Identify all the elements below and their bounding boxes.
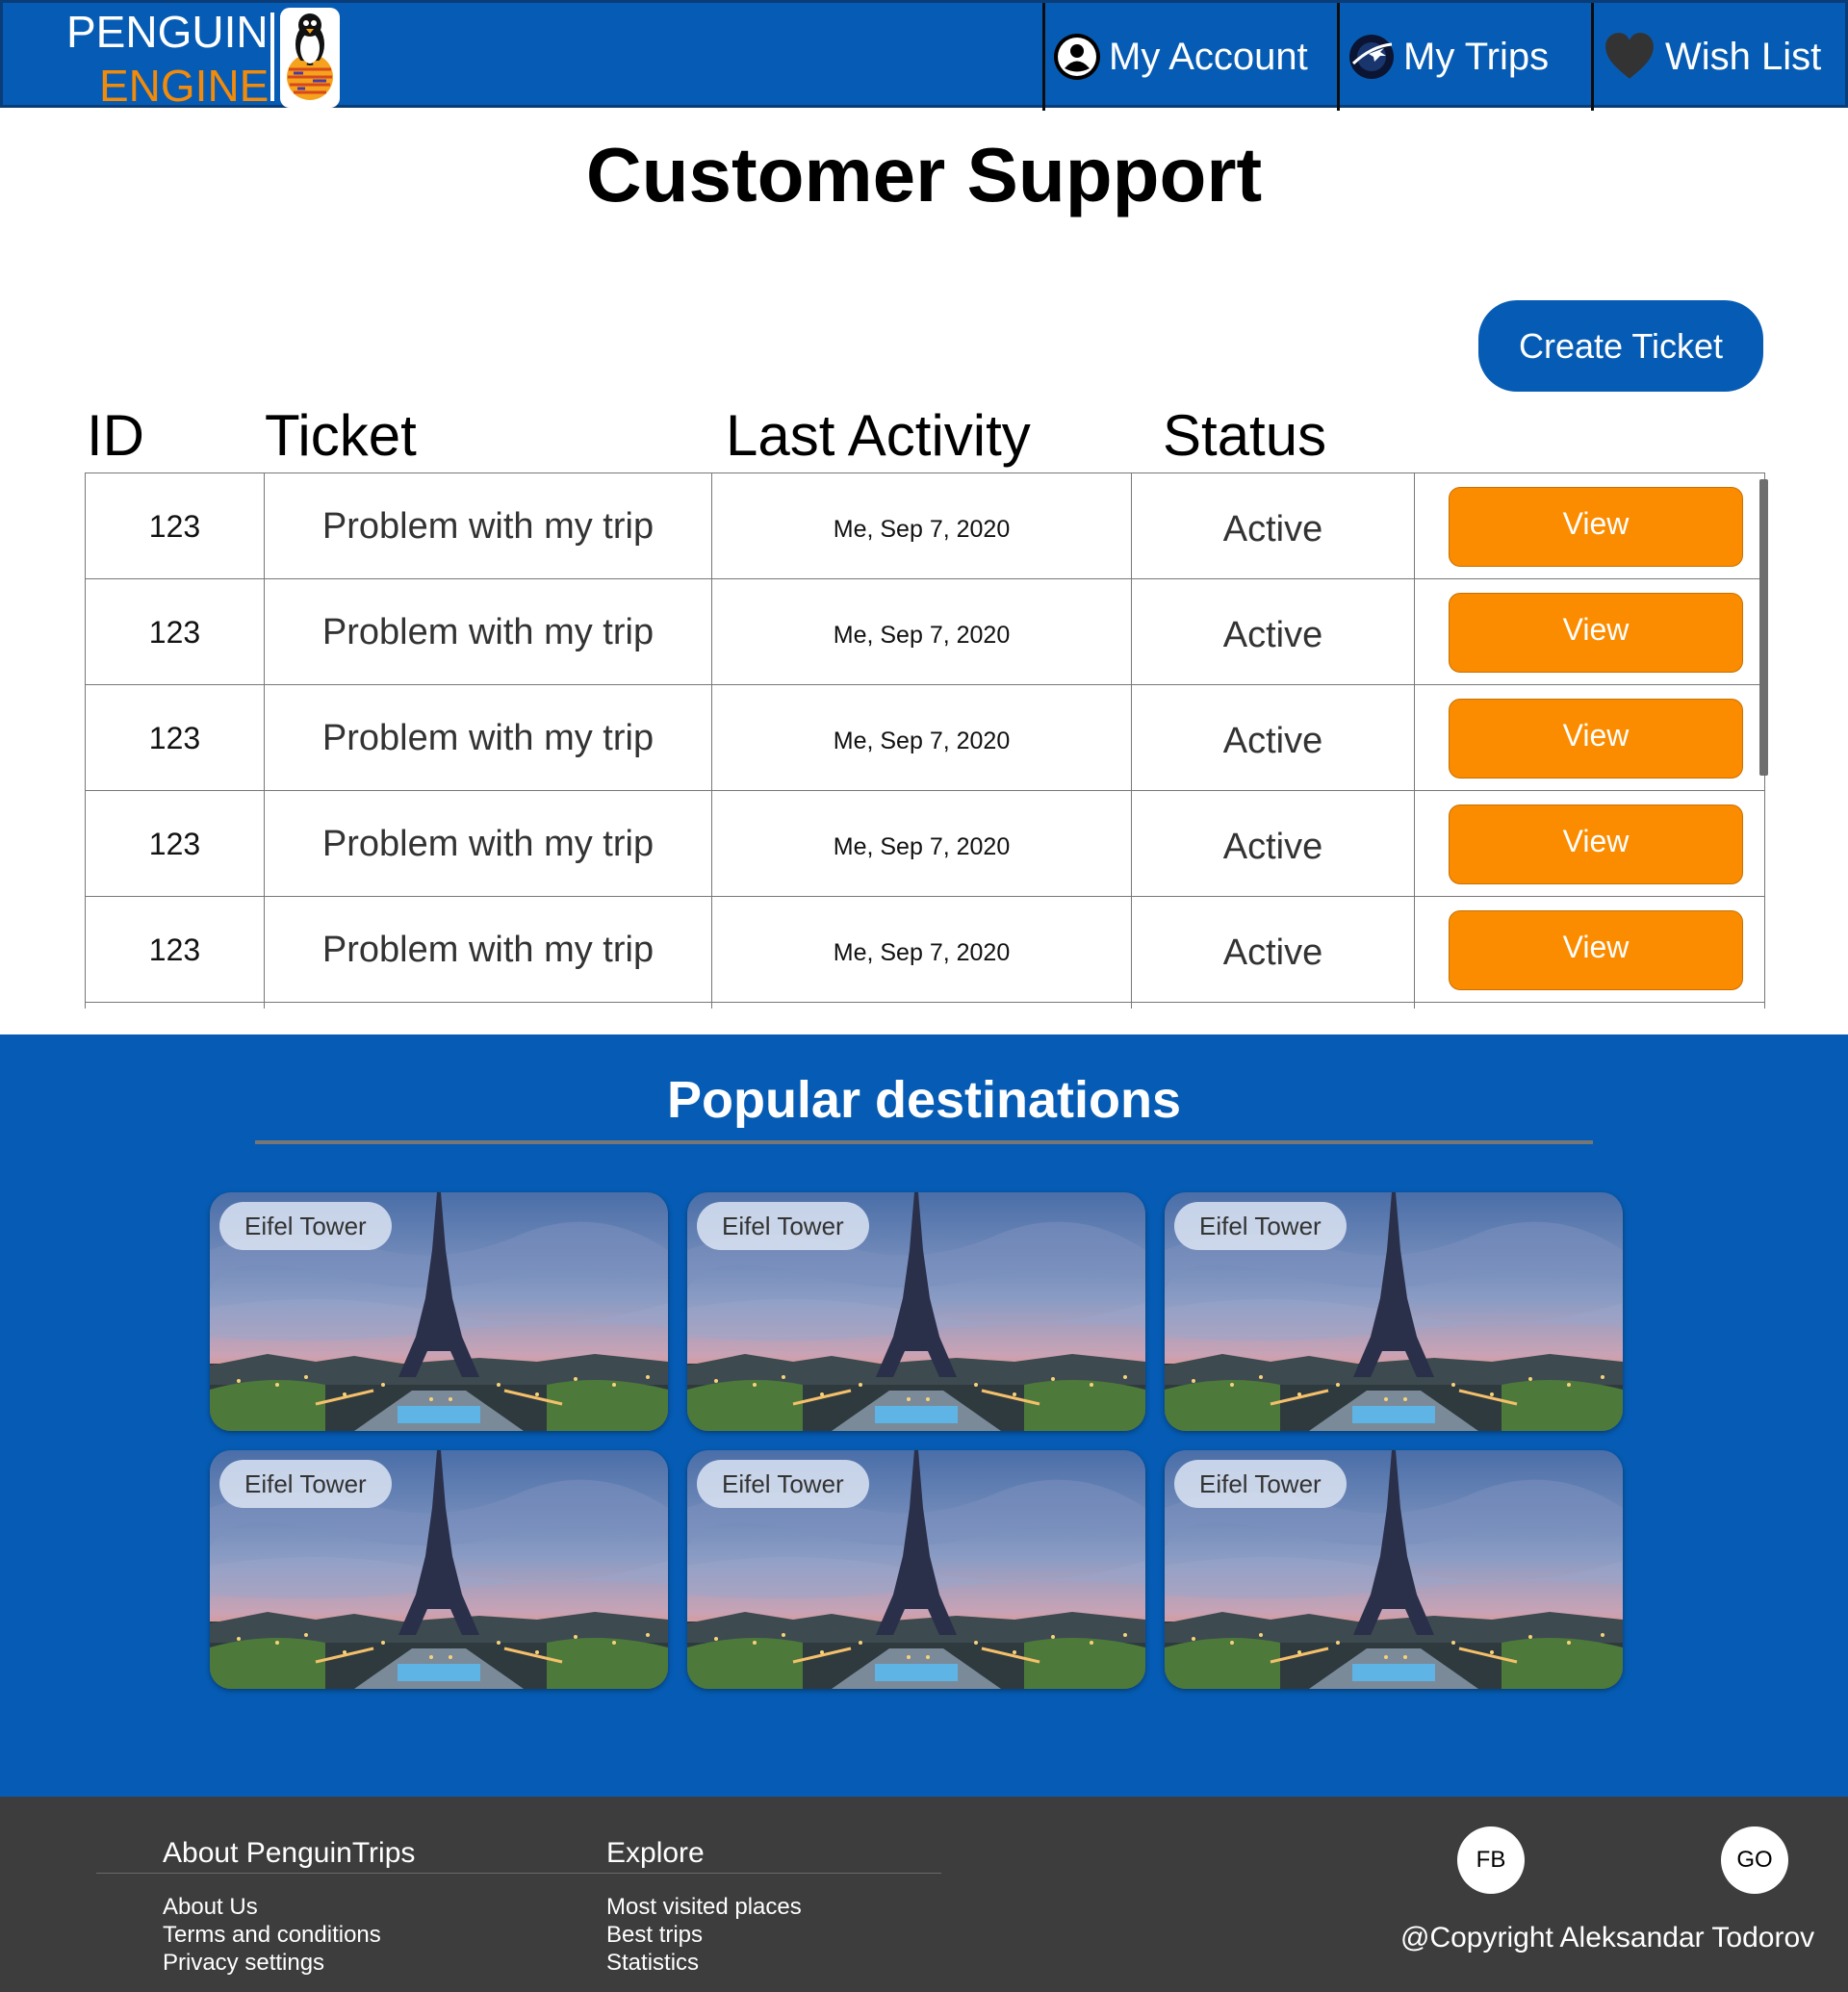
ticket-last-activity: Me, Sep 7, 2020 [711, 685, 1131, 791]
popular-destinations-section: Popular destinations Eifel Tower Eifel T… [0, 1034, 1848, 1797]
ticket-subject: Problem with my trip [264, 897, 711, 1003]
view-ticket-button[interactable]: View [1449, 909, 1743, 990]
footer-link-terms[interactable]: Terms and conditions [163, 1921, 381, 1949]
ticket-id: 123 [85, 473, 264, 579]
section-title: Popular destinations [666, 1071, 1182, 1129]
footer-link-best-trips[interactable]: Best trips [606, 1921, 802, 1949]
facebook-button[interactable]: FB [1457, 1826, 1525, 1894]
destination-card[interactable]: Eifel Tower [210, 1450, 668, 1689]
nav-my-trips[interactable]: My Trips [1337, 3, 1591, 111]
table-cell-empty [1414, 1003, 1765, 1009]
table-row: 123 Problem with my trip Me, Sep 7, 2020… [85, 897, 1765, 1003]
table-cell-empty [85, 1003, 264, 1009]
planet-plane-icon [1349, 35, 1394, 79]
destination-label: Eifel Tower [697, 1202, 869, 1250]
nav-my-account-label: My Account [1109, 35, 1308, 78]
section-divider [255, 1140, 1593, 1144]
penguin-engine-logo[interactable]: PENGUIN ENGINE [64, 5, 349, 111]
destination-card[interactable]: Eifel Tower [687, 1450, 1145, 1689]
ticket-subject: Problem with my trip [264, 685, 711, 791]
ticket-action-cell: View [1414, 685, 1765, 791]
ticket-status: Active [1131, 791, 1414, 897]
footer-about-links: About Us Terms and conditions Privacy se… [163, 1893, 381, 1977]
footer-link-statistics[interactable]: Statistics [606, 1949, 802, 1977]
top-navbar: PENGUIN ENGINE My Account My Trips Wish … [0, 0, 1848, 111]
ticket-last-activity: Me, Sep 7, 2020 [711, 473, 1131, 579]
footer-divider [96, 1873, 941, 1874]
ticket-id: 123 [85, 897, 264, 1003]
ticket-action-cell: View [1414, 473, 1765, 579]
page-title: Customer Support [585, 132, 1263, 217]
ticket-action-cell: View [1414, 897, 1765, 1003]
ticket-action-cell: View [1414, 579, 1765, 685]
destination-label: Eifel Tower [219, 1460, 392, 1508]
ticket-id: 123 [85, 685, 264, 791]
ticket-id: 123 [85, 579, 264, 685]
table-row: 123 Problem with my trip Me, Sep 7, 2020… [85, 791, 1765, 897]
penguin-planet-icon [280, 8, 340, 108]
destination-label: Eifel Tower [697, 1460, 869, 1508]
table-scrollbar[interactable] [1759, 479, 1768, 776]
view-ticket-button[interactable]: View [1449, 592, 1743, 673]
column-header-id: ID [87, 403, 144, 468]
footer-about-heading: About PenguinTrips [163, 1837, 416, 1869]
footer-link-privacy[interactable]: Privacy settings [163, 1949, 381, 1977]
table-cell-empty [1131, 1003, 1414, 1009]
destination-label: Eifel Tower [219, 1202, 392, 1250]
heart-icon [1605, 33, 1654, 79]
view-ticket-button[interactable]: View [1449, 804, 1743, 884]
logo-divider [270, 13, 274, 101]
ticket-last-activity: Me, Sep 7, 2020 [711, 791, 1131, 897]
site-footer: About PenguinTrips Explore About Us Term… [0, 1797, 1848, 1992]
view-ticket-button[interactable]: View [1449, 486, 1743, 567]
column-header-last-activity: Last Activity [726, 403, 1031, 468]
ticket-last-activity: Me, Sep 7, 2020 [711, 579, 1131, 685]
ticket-last-activity: Me, Sep 7, 2020 [711, 897, 1131, 1003]
ticket-subject: Problem with my trip [264, 473, 711, 579]
nav-wish-list[interactable]: Wish List [1591, 3, 1848, 111]
footer-explore-links: Most visited places Best trips Statistic… [606, 1893, 802, 1977]
footer-explore-heading: Explore [606, 1837, 705, 1869]
destination-label: Eifel Tower [1174, 1460, 1347, 1508]
destination-card[interactable]: Eifel Tower [687, 1192, 1145, 1431]
ticket-status: Active [1131, 897, 1414, 1003]
copyright-text: @Copyright Aleksandar Todorov [1400, 1922, 1815, 1954]
column-header-ticket: Ticket [265, 403, 417, 468]
ticket-status: Active [1131, 473, 1414, 579]
google-button[interactable]: GO [1721, 1826, 1788, 1894]
table-cell-empty [711, 1003, 1131, 1009]
table-cell-empty [264, 1003, 711, 1009]
user-icon [1054, 34, 1100, 80]
destination-card[interactable]: Eifel Tower [1165, 1450, 1623, 1689]
footer-link-most-visited[interactable]: Most visited places [606, 1893, 802, 1921]
nav-my-account[interactable]: My Account [1042, 3, 1337, 111]
destination-label: Eifel Tower [1174, 1202, 1347, 1250]
view-ticket-button[interactable]: View [1449, 698, 1743, 779]
column-header-status: Status [1163, 403, 1327, 468]
ticket-id: 123 [85, 791, 264, 897]
ticket-action-cell: View [1414, 791, 1765, 897]
table-row: 123 Problem with my trip Me, Sep 7, 2020… [85, 685, 1765, 791]
destination-card[interactable]: Eifel Tower [1165, 1192, 1623, 1431]
footer-link-about-us[interactable]: About Us [163, 1893, 381, 1921]
ticket-status: Active [1131, 579, 1414, 685]
table-row: 123 Problem with my trip Me, Sep 7, 2020… [85, 473, 1765, 579]
tickets-table[interactable]: 123 Problem with my trip Me, Sep 7, 2020… [85, 472, 1765, 1009]
nav-wish-list-label: Wish List [1665, 35, 1822, 78]
ticket-subject: Problem with my trip [264, 791, 711, 897]
table-row-partial [85, 1003, 1765, 1009]
destination-card[interactable]: Eifel Tower [210, 1192, 668, 1431]
ticket-subject: Problem with my trip [264, 579, 711, 685]
nav-my-trips-label: My Trips [1403, 35, 1550, 78]
logo-text-engine: ENGINE [99, 61, 270, 111]
table-row: 123 Problem with my trip Me, Sep 7, 2020… [85, 579, 1765, 685]
logo-text-penguin: PENGUIN [66, 7, 269, 57]
ticket-status: Active [1131, 685, 1414, 791]
create-ticket-button[interactable]: Create Ticket [1478, 300, 1763, 392]
